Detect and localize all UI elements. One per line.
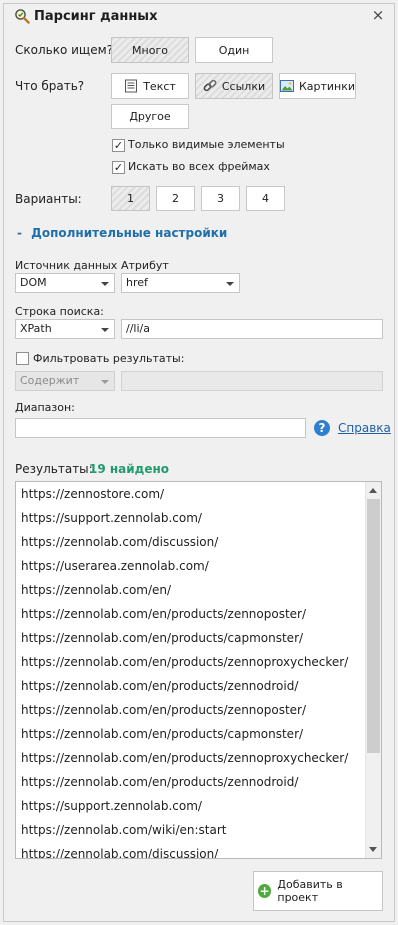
results-label: Результаты:	[15, 462, 93, 476]
range-input[interactable]	[15, 418, 306, 438]
all-frames-label: Искать во всех фреймах	[128, 160, 270, 173]
results-scrollbar[interactable]	[365, 482, 381, 858]
help-link[interactable]: Справка	[338, 421, 391, 435]
query-type-select[interactable]: XPath	[15, 319, 115, 339]
help-icon[interactable]: ?	[314, 420, 330, 436]
take-other-button[interactable]: Другое	[111, 104, 189, 129]
take-images-button[interactable]: Картинки	[279, 73, 356, 99]
all-frames-checkbox[interactable]: ✓	[112, 161, 125, 174]
what-take-label: Что брать?	[15, 79, 85, 93]
chevron-down-icon	[101, 380, 109, 384]
search-one-button[interactable]: Один	[195, 37, 273, 63]
result-item[interactable]: https://zennolab.com/discussion/	[16, 530, 367, 554]
search-count-label: Сколько ищем?	[15, 43, 114, 57]
picture-icon	[279, 80, 294, 92]
attribute-select[interactable]: href	[121, 273, 240, 293]
result-item[interactable]: https://zennolab.com/en/products/capmons…	[16, 722, 367, 746]
result-item[interactable]: https://zennolab.com/wiki/en:start	[16, 818, 367, 842]
result-item[interactable]: https://zennolab.com/en/products/zennodr…	[16, 674, 367, 698]
query-input[interactable]: //li/a	[121, 319, 383, 339]
add-to-project-label: Добавить в проект	[277, 878, 343, 904]
text-doc-icon	[125, 79, 138, 93]
filter-mode-select[interactable]: Содержит	[15, 371, 115, 391]
result-item[interactable]: https://zennolab.com/en/products/zennopr…	[16, 746, 367, 770]
add-to-project-button[interactable]: + Добавить в проект	[253, 871, 383, 911]
source-value: DOM	[20, 276, 47, 289]
magnifier-icon	[15, 9, 30, 24]
result-item[interactable]: https://zennolab.com/en/products/zennodr…	[16, 770, 367, 794]
visible-only-label: Только видимые элементы	[128, 138, 285, 151]
filter-input[interactable]	[121, 371, 383, 391]
collapse-icon: -	[17, 226, 22, 240]
variant-4-button[interactable]: 4	[246, 186, 285, 211]
scroll-up-icon[interactable]	[369, 488, 377, 493]
take-links-label: Ссылки	[221, 79, 266, 93]
result-item[interactable]: https://zennostore.com/	[16, 482, 367, 506]
query-type-value: XPath	[20, 322, 52, 335]
plus-icon: +	[258, 884, 272, 898]
result-item[interactable]: https://support.zennolab.com/	[16, 794, 367, 818]
result-item[interactable]: https://zennolab.com/en/products/zennopo…	[16, 602, 367, 626]
variant-1-button[interactable]: 1	[111, 186, 150, 211]
result-item[interactable]: https://userarea.zennolab.com/	[16, 554, 367, 578]
visible-only-checkbox[interactable]: ✓	[112, 139, 125, 152]
scroll-thumb[interactable]	[367, 499, 380, 753]
result-item[interactable]: https://zennolab.com/en/products/zennopr…	[16, 650, 367, 674]
advanced-settings-toggle[interactable]: - Дополнительные настройки	[17, 226, 227, 240]
query-label: Строка поиска:	[15, 305, 104, 318]
filter-label: Фильтровать результаты:	[33, 352, 185, 365]
result-item[interactable]: https://support.zennolab.com/	[16, 506, 367, 530]
link-chain-icon	[203, 79, 217, 92]
close-icon[interactable]: ×	[370, 6, 386, 24]
attribute-value: href	[126, 276, 148, 289]
variants-label: Варианты:	[15, 192, 82, 206]
take-images-label: Картинки	[298, 79, 356, 93]
results-list[interactable]: https://zennostore.com/https://support.z…	[15, 481, 382, 859]
variant-3-button[interactable]: 3	[201, 186, 240, 211]
chevron-down-icon	[226, 282, 234, 286]
range-label: Диапазон:	[15, 401, 75, 414]
filter-checkbox[interactable]	[16, 352, 29, 365]
source-label: Источник данных	[15, 259, 118, 272]
source-select[interactable]: DOM	[15, 273, 115, 293]
take-links-button[interactable]: Ссылки	[195, 73, 273, 99]
result-item[interactable]: https://zennolab.com/en/products/zennopo…	[16, 698, 367, 722]
result-item[interactable]: https://zennolab.com/en/products/capmons…	[16, 626, 367, 650]
chevron-down-icon	[101, 282, 109, 286]
results-count: 19 найдено	[89, 462, 170, 476]
filter-mode-value: Содержит	[20, 374, 80, 387]
result-item[interactable]: https://zennolab.com/discussion/	[16, 842, 367, 858]
advanced-settings-label: Дополнительные настройки	[31, 226, 228, 240]
scroll-down-icon[interactable]	[369, 847, 377, 852]
panel-title: Парсинг данных	[34, 9, 158, 24]
result-item[interactable]: https://zennolab.com/en/	[16, 578, 367, 602]
attribute-label: Атрибут	[121, 259, 169, 272]
search-many-button[interactable]: Много	[111, 37, 189, 63]
results-items: https://zennostore.com/https://support.z…	[16, 482, 367, 858]
variant-2-button[interactable]: 2	[156, 186, 195, 211]
take-text-button[interactable]: Текст	[111, 73, 189, 99]
take-text-label: Текст	[143, 79, 176, 93]
chevron-down-icon	[101, 328, 109, 332]
